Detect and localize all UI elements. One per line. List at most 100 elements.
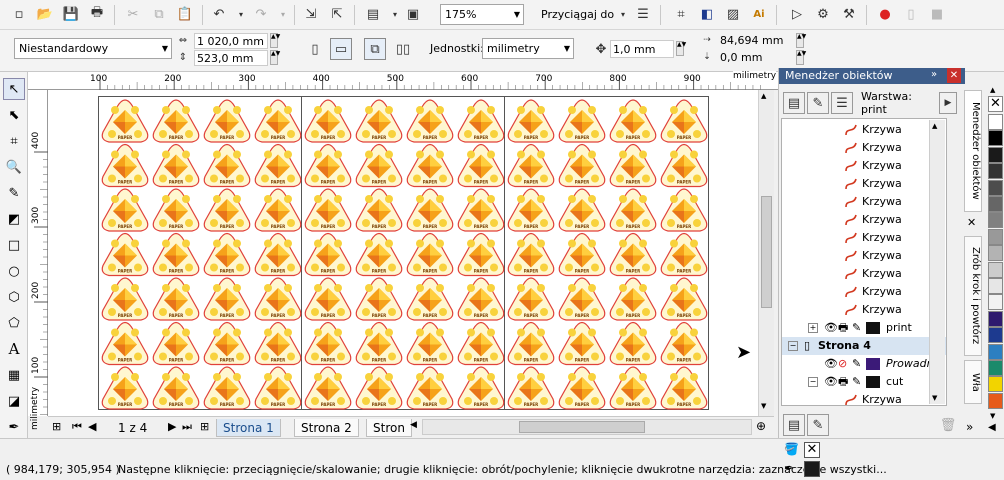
scroll-up-icon[interactable]: ▲ bbox=[761, 92, 766, 100]
ellipse-tool-icon[interactable]: ○ bbox=[3, 260, 25, 282]
page-size-select[interactable]: Niestandardowy ▼ bbox=[14, 38, 172, 59]
tree-item-curve[interactable]: Krzywa bbox=[782, 139, 946, 157]
duplicate-x-input[interactable]: 84,694 mm bbox=[718, 33, 792, 49]
full-screen-preview-icon[interactable]: ▣ bbox=[402, 3, 424, 25]
lock-pencil-icon[interactable]: ✎ bbox=[852, 355, 861, 373]
pick-tool-icon[interactable]: ↖ bbox=[3, 78, 25, 100]
color-swatch[interactable] bbox=[988, 360, 1003, 376]
crop-tool-icon[interactable]: ⌗ bbox=[3, 130, 25, 152]
printer-icon[interactable]: 🖶 bbox=[838, 373, 848, 391]
undo-dropdown-icon[interactable]: ▾ bbox=[230, 3, 252, 25]
color-swatch[interactable] bbox=[988, 196, 1003, 212]
print-icon[interactable]: 🖶 bbox=[86, 3, 108, 25]
visibility-eye-icon[interactable]: 👁 bbox=[824, 355, 838, 373]
illustrator-icon[interactable]: Ai bbox=[748, 3, 770, 25]
table-tool-icon[interactable]: ▦ bbox=[3, 364, 25, 386]
page-tab-2[interactable]: Strona 2 bbox=[294, 419, 359, 437]
color-swatch[interactable] bbox=[988, 228, 1003, 245]
scroll-down-icon[interactable]: ▼ bbox=[932, 394, 937, 402]
duplicate-x-spinner[interactable]: ▲▼ bbox=[796, 33, 806, 48]
options-list-icon[interactable]: ☰ bbox=[632, 3, 654, 25]
horizontal-ruler[interactable]: 100 200 300 400 500 600 700 800 900 milimetry bbox=[28, 71, 778, 90]
tree-item-curve[interactable]: Krzywa bbox=[782, 121, 946, 139]
zoom-tool-icon[interactable]: 🔍 bbox=[3, 156, 25, 178]
record-macro-icon[interactable]: ● bbox=[874, 3, 896, 25]
color-swatch[interactable] bbox=[988, 327, 1003, 344]
color-swatch[interactable] bbox=[988, 245, 1003, 262]
color-swatch[interactable] bbox=[988, 163, 1003, 180]
scroll-down-icon[interactable]: ▼ bbox=[761, 402, 766, 410]
navigator-zoom-icon[interactable]: ⊕ bbox=[756, 419, 766, 433]
color-swatch[interactable] bbox=[988, 310, 1003, 327]
add-page-before-icon[interactable]: ⊞ bbox=[52, 420, 61, 433]
collapse-icon[interactable]: − bbox=[808, 377, 818, 387]
paste-icon[interactable]: 📋 bbox=[174, 3, 196, 25]
open-folder-icon[interactable]: 📂 bbox=[34, 3, 56, 25]
add-page-after-icon[interactable]: ⊞ bbox=[200, 420, 209, 433]
color-swatch[interactable] bbox=[988, 294, 1003, 311]
lock-pencil-icon[interactable]: ✎ bbox=[852, 319, 861, 337]
color-swatch[interactable] bbox=[988, 392, 1003, 409]
current-page-icon[interactable]: ▯▯ bbox=[392, 38, 414, 60]
delete-icon[interactable]: 🗑 bbox=[937, 414, 959, 436]
tree-item-curve[interactable]: Krzywa bbox=[782, 175, 946, 193]
new-document-icon[interactable]: ▫ bbox=[8, 3, 30, 25]
snap-dropdown-icon[interactable]: ▾ bbox=[612, 3, 634, 25]
macro-editor-icon[interactable]: ⚙ bbox=[812, 3, 834, 25]
tree-item-curve[interactable]: Krzywa bbox=[782, 211, 946, 229]
smart-fill-icon[interactable]: ◩ bbox=[3, 208, 25, 230]
palette-scroll-up-icon[interactable]: ▲ bbox=[990, 86, 995, 94]
color-swatch[interactable] bbox=[988, 212, 1003, 229]
page-height-input[interactable]: 523,0 mm bbox=[194, 50, 268, 66]
no-print-icon[interactable]: ⊘ bbox=[838, 355, 847, 373]
new-layer-icon[interactable]: ▤ bbox=[783, 414, 805, 436]
tree-item-curve[interactable]: Krzywa bbox=[782, 301, 946, 319]
tree-layer-cut[interactable]: − 👁 🖶 ✎ cut bbox=[782, 373, 946, 391]
text-tool-icon[interactable]: A bbox=[3, 338, 25, 360]
tree-item-cut-curve[interactable]: Krzywa bbox=[782, 391, 946, 405]
shape-tool-icon[interactable]: ⬉ bbox=[3, 104, 25, 126]
object-tree[interactable]: Krzywa Krzywa Krzywa Krzywa Krzywa Krzywa Krzy… bbox=[781, 118, 947, 406]
drawing-canvas[interactable]: PAPER PAPER PAPER PAPER PAPER PAPER PAPER PAPER… bbox=[48, 90, 758, 416]
lock-pencil-icon[interactable]: ✎ bbox=[852, 373, 861, 391]
color-swatch[interactable] bbox=[988, 343, 1003, 360]
polygon-tool-icon[interactable]: ⬡ bbox=[3, 286, 25, 308]
redo-dropdown-icon[interactable]: ▾ bbox=[272, 3, 294, 25]
play-macro-icon[interactable]: ▷ bbox=[786, 3, 808, 25]
layer-manager-view-icon[interactable]: ☰ bbox=[831, 92, 853, 114]
fill-color-none-swatch[interactable]: ✕ bbox=[804, 442, 820, 458]
undo-icon[interactable]: ↶ bbox=[208, 3, 230, 25]
page-tab-3[interactable]: Stron bbox=[366, 419, 412, 437]
portrait-icon[interactable]: ▯ bbox=[304, 38, 326, 60]
docker-collapse-icon[interactable]: » bbox=[931, 69, 937, 80]
close-tab-icon[interactable]: ✕ bbox=[967, 216, 976, 229]
color-swatch[interactable] bbox=[988, 146, 1003, 163]
nudge-distance-input[interactable]: 1,0 mm bbox=[610, 40, 674, 58]
eyedropper-icon[interactable]: ✒ bbox=[3, 416, 25, 438]
width-spinner[interactable]: ▲▼ bbox=[270, 33, 280, 48]
scroll-up-icon[interactable]: ▲ bbox=[932, 122, 937, 130]
palette-menu-icon[interactable]: ◀ bbox=[988, 422, 996, 433]
tree-item-curve[interactable]: Krzywa bbox=[782, 283, 946, 301]
close-icon[interactable]: ✕ bbox=[947, 68, 961, 83]
zoom-level-select[interactable]: 175% ▼ bbox=[440, 4, 524, 25]
tab-properties[interactable]: Wła bbox=[964, 360, 982, 404]
color-swatch[interactable] bbox=[988, 130, 1003, 147]
next-page-icon[interactable]: ▶ bbox=[168, 420, 176, 433]
color-swatch[interactable] bbox=[988, 261, 1003, 278]
landscape-icon[interactable]: ▭ bbox=[330, 38, 352, 60]
page-tab-1[interactable]: Strona 1 bbox=[216, 419, 281, 437]
docker-menu-icon[interactable]: ▶ bbox=[939, 92, 957, 114]
horizontal-scrollbar[interactable] bbox=[422, 419, 752, 435]
tree-item-curve[interactable]: Krzywa bbox=[782, 193, 946, 211]
duplicate-y-spinner[interactable]: ▲▼ bbox=[796, 50, 806, 65]
color-swatch[interactable] bbox=[988, 376, 1003, 393]
stop-macro-icon[interactable]: ■ bbox=[926, 3, 948, 25]
show-properties-icon[interactable]: ▤ bbox=[783, 92, 805, 114]
height-spinner[interactable]: ▲▼ bbox=[270, 50, 280, 65]
tab-step-and-repeat[interactable]: Zrób krok i powtórz bbox=[964, 236, 982, 356]
last-page-icon[interactable]: ⏭ bbox=[182, 420, 192, 434]
tree-item-curve[interactable]: Krzywa bbox=[782, 265, 946, 283]
color-swatch[interactable] bbox=[988, 179, 1003, 196]
welcome-screen-icon[interactable]: ◧ bbox=[696, 3, 718, 25]
